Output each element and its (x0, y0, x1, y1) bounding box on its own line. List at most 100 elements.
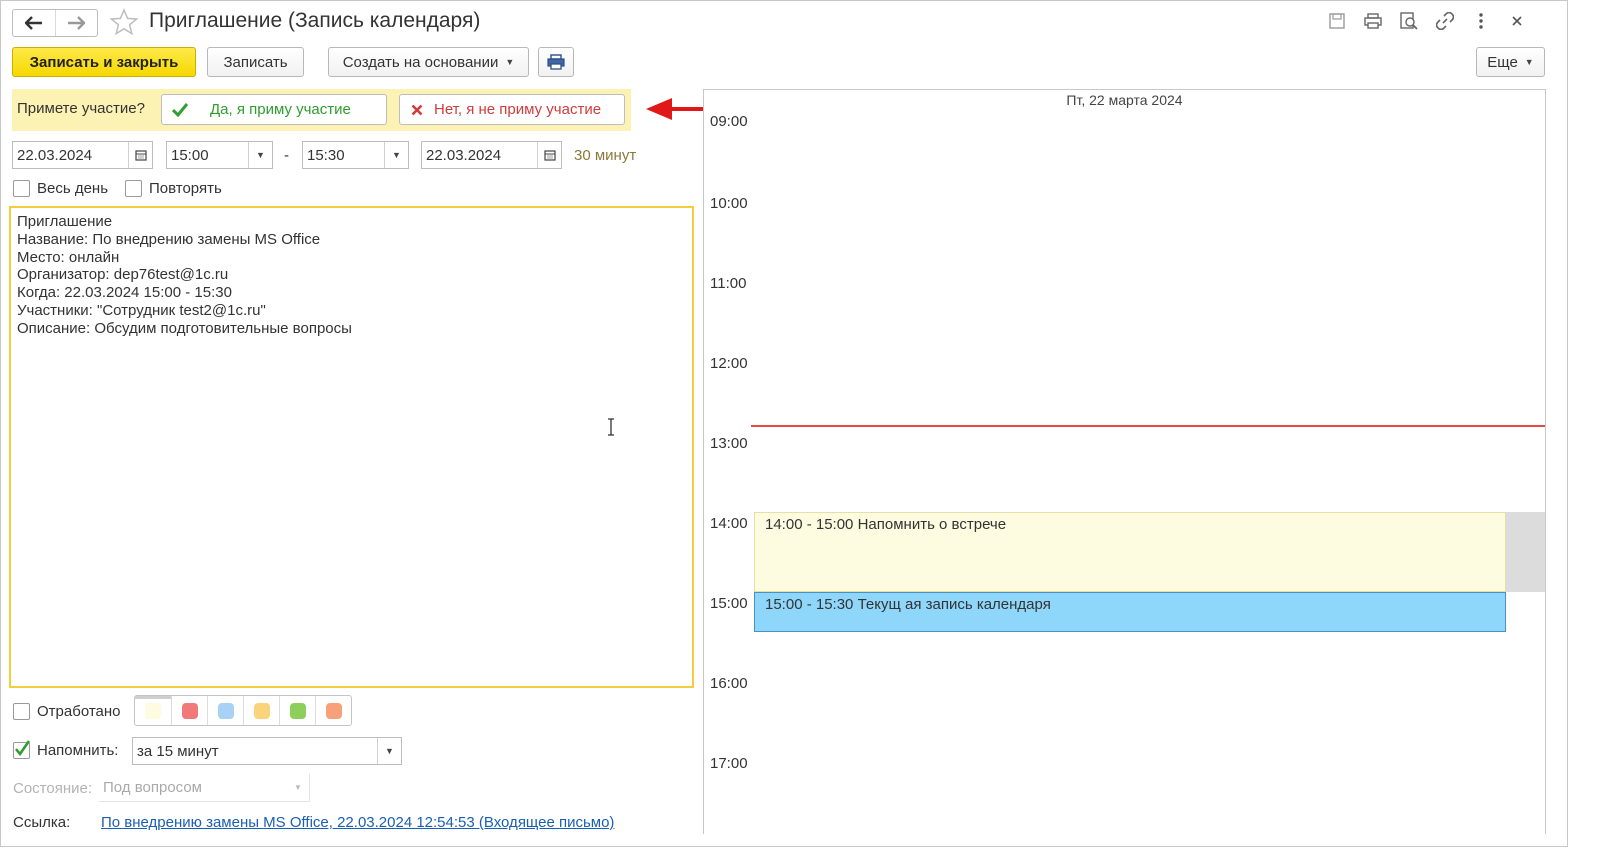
day-header: Пт, 22 марта 2024 (1066, 92, 1183, 108)
color-swatch-fill (145, 702, 161, 719)
source-email-link[interactable]: По внедрению замены MS Office, 22.03.202… (101, 814, 614, 831)
remind-checkbox[interactable] (13, 740, 30, 759)
memo-line: Место: онлайн (17, 248, 120, 266)
chevron-down-icon[interactable]: ▼ (248, 142, 272, 168)
color-swatch[interactable] (171, 696, 207, 725)
end-date-value: 22.03.2024 (426, 146, 502, 164)
chevron-down-icon: ▼ (1524, 57, 1534, 67)
hour-label: 13:00 (710, 435, 748, 452)
arrow-left-icon (24, 16, 42, 30)
calendar-event-current[interactable]: 15:00 - 15:30 Текущ ая запись календаря (754, 592, 1506, 632)
checkmark-icon (14, 740, 30, 757)
start-date-value: 22.03.2024 (17, 146, 93, 164)
repeat-label: Повторять (149, 180, 222, 197)
more-vertical-icon[interactable] (1471, 11, 1491, 31)
status-select[interactable]: Под вопросом ▼ (99, 774, 310, 802)
cross-icon (411, 104, 423, 115)
all-day-label: Весь день (37, 180, 109, 197)
start-time-value: 15:00 (171, 146, 209, 164)
more-button[interactable]: Еще ▼ (1476, 47, 1545, 77)
time-separator: - (284, 147, 289, 164)
chevron-down-icon: ▼ (294, 783, 302, 792)
decline-invitation-button[interactable]: Нет, я не приму участие (399, 94, 625, 125)
day-calendar: Пт, 22 марта 2024 09:00 10:00 11:00 12:0… (703, 89, 1546, 834)
arrow-right-icon (68, 16, 86, 30)
remind-label: Напомнить: (37, 742, 119, 759)
chevron-down-icon[interactable]: ▼ (377, 738, 401, 764)
remind-select[interactable]: за 15 минут ▼ (132, 737, 402, 765)
accept-label: Да, я приму участие (210, 101, 351, 118)
memo-line: Приглашение (17, 213, 113, 230)
calendar-icon[interactable] (128, 142, 152, 168)
color-palette (134, 695, 352, 726)
calendar-event[interactable]: 14:00 - 15:00 Напомнить о встрече (754, 512, 1506, 592)
hour-label: 16:00 (710, 675, 748, 692)
color-swatch[interactable] (279, 696, 315, 725)
end-time-field[interactable]: 15:30 ▼ (302, 141, 409, 169)
memo-line: Организатор: dep76test@1c.ru (17, 266, 229, 284)
description-textarea[interactable]: Приглашение Название: По внедрению замен… (9, 206, 694, 688)
event-title: Напомнить о встрече (857, 516, 1007, 533)
preview-icon[interactable] (1399, 11, 1419, 31)
start-date-field[interactable]: 22.03.2024 (12, 141, 153, 169)
memo-line: Описание: Обсудим подготовительные вопро… (17, 319, 352, 337)
app-window: Приглашение (Запись календаря) Записать … (0, 0, 1568, 847)
hour-label: 10:00 (710, 195, 748, 212)
color-swatch[interactable] (315, 696, 351, 725)
back-button[interactable] (13, 10, 55, 36)
all-day-checkbox[interactable] (13, 180, 30, 197)
chevron-down-icon: ▼ (505, 57, 515, 67)
current-time-line (751, 425, 1545, 427)
create-based-on-button[interactable]: Создать на основании ▼ (328, 47, 529, 77)
hour-label: 11:00 (710, 275, 747, 292)
hour-label: 17:00 (710, 755, 748, 772)
end-time-value: 15:30 (307, 146, 345, 164)
repeat-checkbox[interactable] (125, 180, 142, 197)
chevron-down-icon[interactable]: ▼ (384, 142, 408, 168)
status-label: Состояние: (13, 780, 93, 797)
color-swatch-fill (181, 702, 198, 719)
forward-button[interactable] (54, 10, 97, 36)
link-label: Ссылка: (13, 814, 71, 831)
accept-invitation-button[interactable]: Да, я приму участие (161, 94, 387, 125)
hour-label: 09:00 (710, 113, 748, 130)
hour-label: 15:00 (710, 595, 748, 612)
window-actions (1327, 11, 1527, 31)
calendar-icon[interactable] (537, 142, 561, 168)
checkmark-icon (172, 102, 188, 117)
create-based-on-label: Создать на основании (342, 53, 499, 71)
text-cursor-icon (608, 418, 614, 436)
print-icon[interactable] (1363, 11, 1383, 31)
hour-label: 14:00 (710, 515, 748, 532)
memo-line: Когда: 22.03.2024 15:00 - 15:30 (17, 284, 232, 302)
save-and-close-button[interactable]: Записать и закрыть (12, 47, 196, 77)
remind-value: за 15 минут (137, 742, 219, 760)
memo-line: Название: По внедрению замены MS Office (17, 230, 321, 248)
worked-label: Отработано (37, 703, 121, 720)
status-value: Под вопросом (103, 779, 202, 796)
worked-checkbox[interactable] (13, 703, 30, 720)
history-nav (12, 9, 98, 37)
color-swatch[interactable] (135, 696, 171, 725)
link-icon[interactable] (1435, 11, 1455, 31)
favorite-star-icon[interactable] (109, 8, 139, 40)
print-button[interactable] (538, 47, 574, 77)
end-date-field[interactable]: 22.03.2024 (421, 141, 562, 169)
start-time-field[interactable]: 15:00 ▼ (166, 141, 273, 169)
save-button[interactable]: Записать (207, 47, 304, 77)
save-icon[interactable] (1327, 11, 1347, 31)
invite-question: Примете участие? (17, 100, 145, 117)
color-swatch-fill (325, 702, 342, 719)
color-swatch[interactable] (243, 696, 279, 725)
duration-label: 30 минут (574, 147, 637, 164)
printer-icon (547, 54, 565, 70)
close-icon[interactable] (1507, 11, 1527, 31)
event-time: 14:00 - 15:00 (765, 516, 854, 533)
color-swatch-fill (253, 702, 270, 719)
color-swatch-fill (289, 702, 306, 719)
event-title: Текущ ая запись календаря (857, 596, 1051, 613)
color-swatch-fill (217, 702, 234, 719)
event-time: 15:00 - 15:30 (765, 596, 854, 613)
memo-line: Участники: "Сотрудник test2@1c.ru" (17, 301, 266, 319)
color-swatch[interactable] (207, 696, 243, 725)
